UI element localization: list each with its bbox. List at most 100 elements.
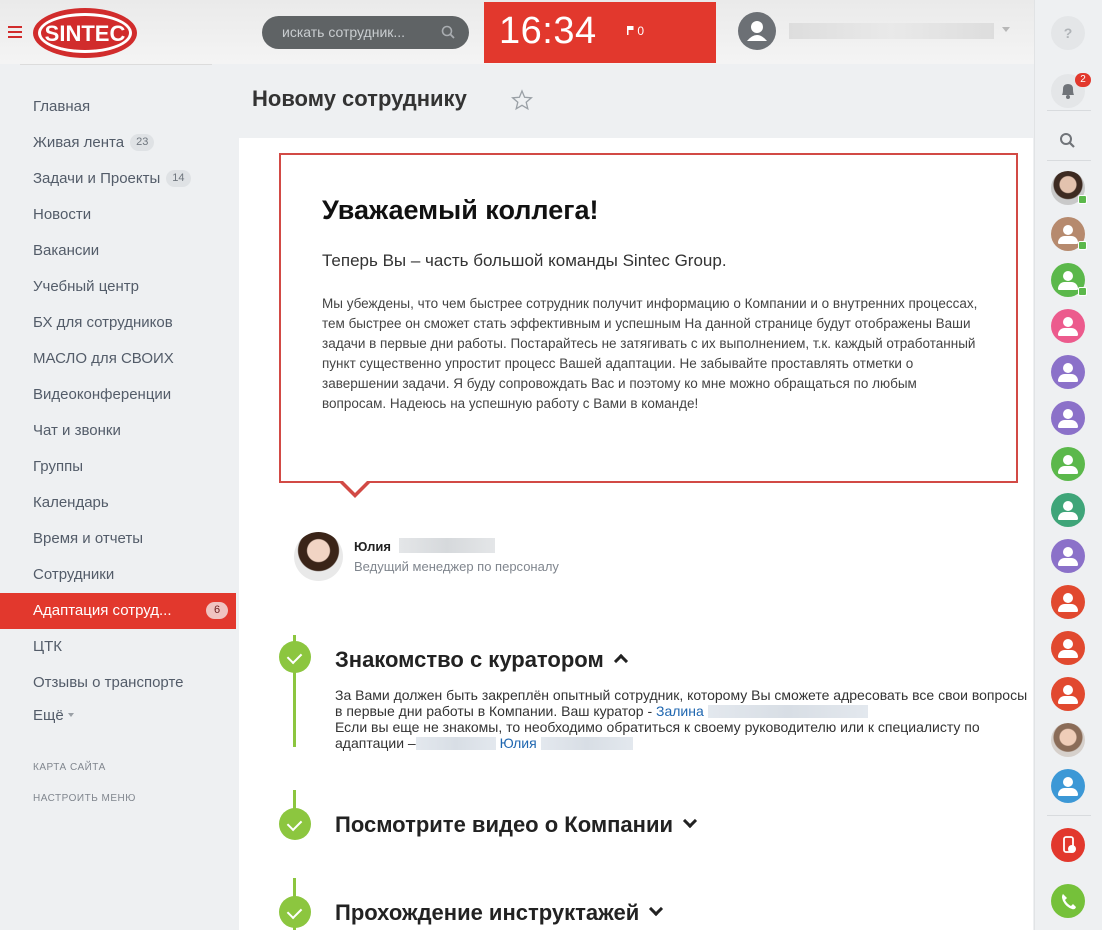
step-title-text: Прохождение инструктажей [335, 900, 640, 925]
author-avatar[interactable] [294, 532, 343, 581]
menu-more-label: Ещё [33, 707, 64, 724]
user-silhouette-icon [747, 21, 767, 41]
panel-divider [1047, 815, 1091, 816]
logo-text: SINTEC [45, 21, 126, 46]
menu-item-oil-for-own[interactable]: МАСЛО для СВОИХ [0, 341, 236, 377]
step-title-curator[interactable]: Знакомство с куратором [335, 647, 628, 673]
menu-item-adaptation[interactable]: Адаптация сотруд... 6 [0, 593, 236, 629]
menu-item-label: Группы [33, 458, 83, 475]
search-icon [1060, 133, 1075, 148]
contact-avatar[interactable] [1051, 401, 1085, 435]
menu-item-main[interactable]: Главная [0, 89, 236, 125]
call-log-button[interactable] [1051, 828, 1085, 862]
menu-item-tasks[interactable]: Задачи и Проекты 14 [0, 161, 236, 197]
help-button[interactable]: ? [1051, 16, 1085, 50]
specialist-surname-redacted [540, 737, 633, 750]
main-content: Уважаемый коллега! Теперь Вы – часть бол… [239, 138, 1033, 930]
menu-item-bx-employees[interactable]: БХ для сотрудников [0, 305, 236, 341]
menu-item-employees[interactable]: Сотрудники [0, 557, 236, 593]
menu-item-label: Сотрудники [33, 566, 115, 583]
flag-icon [627, 26, 634, 35]
step-title-video[interactable]: Посмотрите видео о Компании [335, 812, 698, 838]
contact-avatar[interactable] [1051, 539, 1085, 573]
menu-item-label: Вакансии [33, 242, 100, 259]
flag-count: 0 [637, 24, 645, 38]
contact-avatar[interactable] [1051, 309, 1085, 343]
step-complete-check-icon[interactable] [279, 641, 311, 673]
specialist-link[interactable]: Юлия [500, 735, 537, 751]
step-title-text: Знакомство с куратором [335, 647, 604, 672]
user-menu-caret-icon[interactable] [1002, 27, 1010, 32]
menu-item-label: Календарь [33, 494, 109, 511]
phone-icon [1063, 836, 1076, 853]
contact-avatar[interactable] [1051, 171, 1087, 205]
contact-avatar[interactable] [1051, 263, 1087, 297]
chevron-up-icon[interactable] [613, 653, 628, 669]
contact-avatar[interactable] [1051, 493, 1085, 527]
menu-item-transport-reviews[interactable]: Отзывы о транспорте [0, 665, 236, 701]
step-title-instructions[interactable]: Прохождение инструктажей [335, 900, 664, 926]
left-menu: Главная Живая лента 23 Задачи и Проекты 14… [0, 64, 237, 930]
contact-search-button[interactable] [1051, 124, 1085, 158]
panel-divider [1047, 160, 1091, 161]
step-complete-check-icon[interactable] [279, 896, 311, 928]
user-name-redacted[interactable] [789, 23, 994, 39]
author-name[interactable]: Юлия [354, 539, 391, 554]
step-title-text: Посмотрите видео о Компании [335, 812, 673, 837]
notification-count-badge: 2 [1075, 73, 1091, 87]
page-title: Новому сотруднику [252, 86, 467, 111]
menu-item-label: Чат и звонки [33, 422, 121, 439]
favorite-star-icon[interactable] [511, 89, 533, 111]
sintec-logo[interactable]: SINTEC [31, 6, 139, 60]
chevron-down-icon[interactable] [682, 813, 698, 829]
menu-item-calendar[interactable]: Календарь [0, 485, 236, 521]
chevron-down-icon[interactable] [649, 901, 664, 917]
menu-item-groups[interactable]: Группы [0, 449, 236, 485]
contact-avatar[interactable] [1051, 447, 1085, 481]
contact-avatar[interactable] [1051, 677, 1085, 711]
menu-more-button[interactable]: Ещё [0, 698, 236, 734]
menu-item-videoconferences[interactable]: Видеоконференции [0, 377, 236, 413]
curator-surname-redacted [707, 705, 868, 718]
sitemap-link[interactable]: КАРТА САЙТА [33, 762, 106, 773]
menu-item-training-center[interactable]: Учебный центр [0, 269, 236, 305]
birthday-gift-icon [1078, 241, 1087, 250]
menu-item-label: Учебный центр [33, 278, 139, 295]
menu-item-label: БХ для сотрудников [33, 314, 173, 331]
welcome-card: Уважаемый коллега! Теперь Вы – часть бол… [279, 153, 1018, 483]
menu-item-time-reports[interactable]: Время и отчеты [0, 521, 236, 557]
menu-item-vacancies[interactable]: Вакансии [0, 233, 236, 269]
call-button[interactable] [1051, 884, 1085, 918]
menu-count-badge: 23 [130, 134, 155, 151]
menu-burger-icon[interactable] [8, 26, 22, 38]
flag-counter[interactable]: 0 [627, 24, 644, 38]
menu-item-ctk[interactable]: ЦТК [0, 629, 236, 665]
welcome-subheading: Теперь Вы – часть большой команды Sintec… [322, 251, 727, 270]
clock-widget[interactable]: 16:34 0 [484, 2, 716, 63]
menu-item-label: Новости [33, 206, 92, 223]
search-input[interactable]: искать сотрудник... [262, 16, 469, 49]
search-icon[interactable] [441, 25, 455, 39]
contact-avatar[interactable] [1051, 217, 1087, 251]
contact-avatar[interactable] [1051, 723, 1085, 757]
contact-avatar[interactable] [1051, 769, 1085, 803]
menu-item-live-feed[interactable]: Живая лента 23 [0, 125, 236, 161]
menu-item-news[interactable]: Новости [0, 197, 236, 233]
menu-item-label: Адаптация сотруд... [33, 602, 172, 619]
menu-item-label: Задачи и Проекты [33, 170, 161, 187]
welcome-body: Мы убеждены, что чем быстрее сотрудник п… [322, 296, 978, 411]
search-placeholder: искать сотрудник... [282, 24, 406, 40]
curator-link[interactable]: Залина [656, 703, 704, 719]
contact-avatar[interactable] [1051, 631, 1085, 665]
contact-avatar[interactable] [1051, 355, 1085, 389]
menu-item-label: Видеоконференции [33, 386, 172, 403]
top-bar: SINTEC искать сотрудник... 16:34 0 [0, 0, 1034, 64]
author-role: Ведущий менеджер по персоналу [354, 559, 559, 574]
phone-handset-icon [1062, 894, 1076, 910]
user-avatar[interactable] [738, 12, 776, 50]
configure-menu-link[interactable]: НАСТРОИТЬ МЕНЮ [33, 793, 136, 804]
menu-item-label: МАСЛО для СВОИХ [33, 350, 174, 367]
step-complete-check-icon[interactable] [279, 808, 311, 840]
menu-item-chat-calls[interactable]: Чат и звонки [0, 413, 236, 449]
contact-avatar[interactable] [1051, 585, 1085, 619]
